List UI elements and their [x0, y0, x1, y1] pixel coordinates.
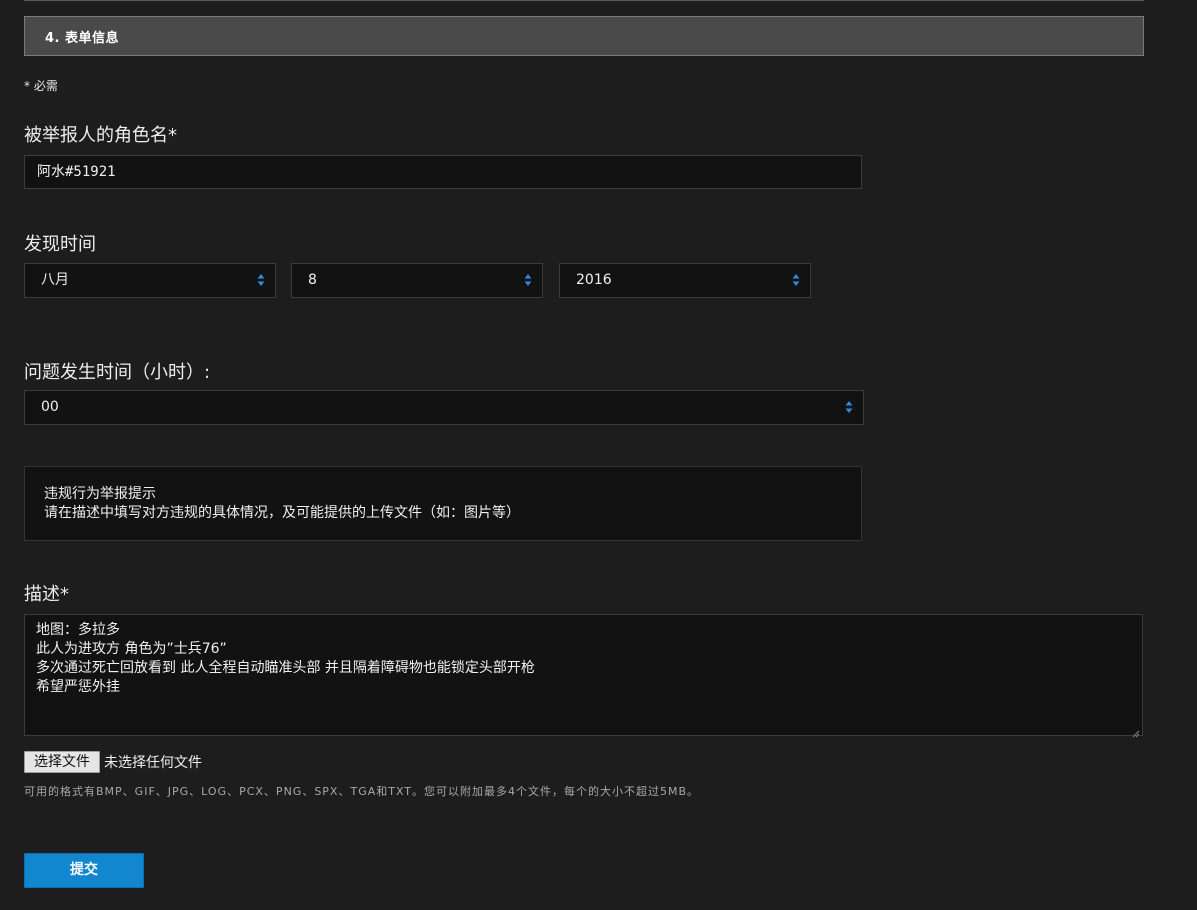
required-note: * 必需 — [24, 79, 58, 93]
found-time-label: 发现时间 — [24, 234, 96, 255]
hint-title: 违规行为举报提示 — [44, 486, 156, 502]
description-line: 希望严惩外挂 — [36, 679, 120, 695]
description-textarea[interactable]: 地图：多拉多 此人为进攻方 角色为”士兵76” 多次通过死亡回放看到 此人全程自… — [24, 614, 1143, 738]
year-select[interactable]: 2016 — [559, 263, 811, 298]
submit-button[interactable]: 提交 — [24, 853, 144, 888]
description-label: 描述* — [24, 584, 69, 605]
select-arrows-icon — [792, 273, 800, 287]
day-select-value: 8 — [308, 272, 317, 288]
select-arrows-icon — [257, 273, 265, 287]
month-select[interactable]: 八月 — [24, 263, 276, 298]
select-arrows-icon — [524, 273, 532, 287]
description-line: 此人为进攻方 角色为”士兵76” — [36, 641, 227, 657]
section-title: 4. 表单信息 — [45, 31, 120, 46]
report-hint-box: 违规行为举报提示 请在描述中填写对方违规的具体情况，及可能提供的上传文件（如：图… — [24, 466, 862, 541]
hour-select[interactable]: 00 — [24, 390, 864, 425]
month-select-value: 八月 — [41, 272, 69, 288]
choose-file-button[interactable]: 选择文件 — [24, 751, 100, 773]
description-line: 多次通过死亡回放看到 此人全程自动瞄准头部 并且隔着障碍物也能锁定头部开枪 — [36, 660, 535, 676]
top-divider — [24, 0, 1144, 1]
hint-text: 请在描述中填写对方违规的具体情况，及可能提供的上传文件（如：图片等） — [44, 505, 520, 521]
resize-handle-icon[interactable] — [1132, 725, 1140, 738]
character-name-input[interactable]: 阿水#51921 — [24, 155, 862, 189]
hour-select-value: 00 — [41, 399, 59, 415]
select-arrows-icon — [845, 400, 853, 414]
file-format-help: 可用的格式有BMP、GIF、JPG、LOG、PCX、PNG、SPX、TGA和TX… — [24, 785, 700, 798]
section-header: 4. 表单信息 — [24, 16, 1144, 56]
year-select-value: 2016 — [576, 272, 612, 288]
file-status: 未选择任何文件 — [104, 755, 202, 771]
day-select[interactable]: 8 — [291, 263, 543, 298]
hour-label: 问题发生时间（小时）: — [24, 362, 211, 383]
character-name-label: 被举报人的角色名* — [24, 125, 177, 146]
description-line: 地图：多拉多 — [36, 622, 120, 638]
